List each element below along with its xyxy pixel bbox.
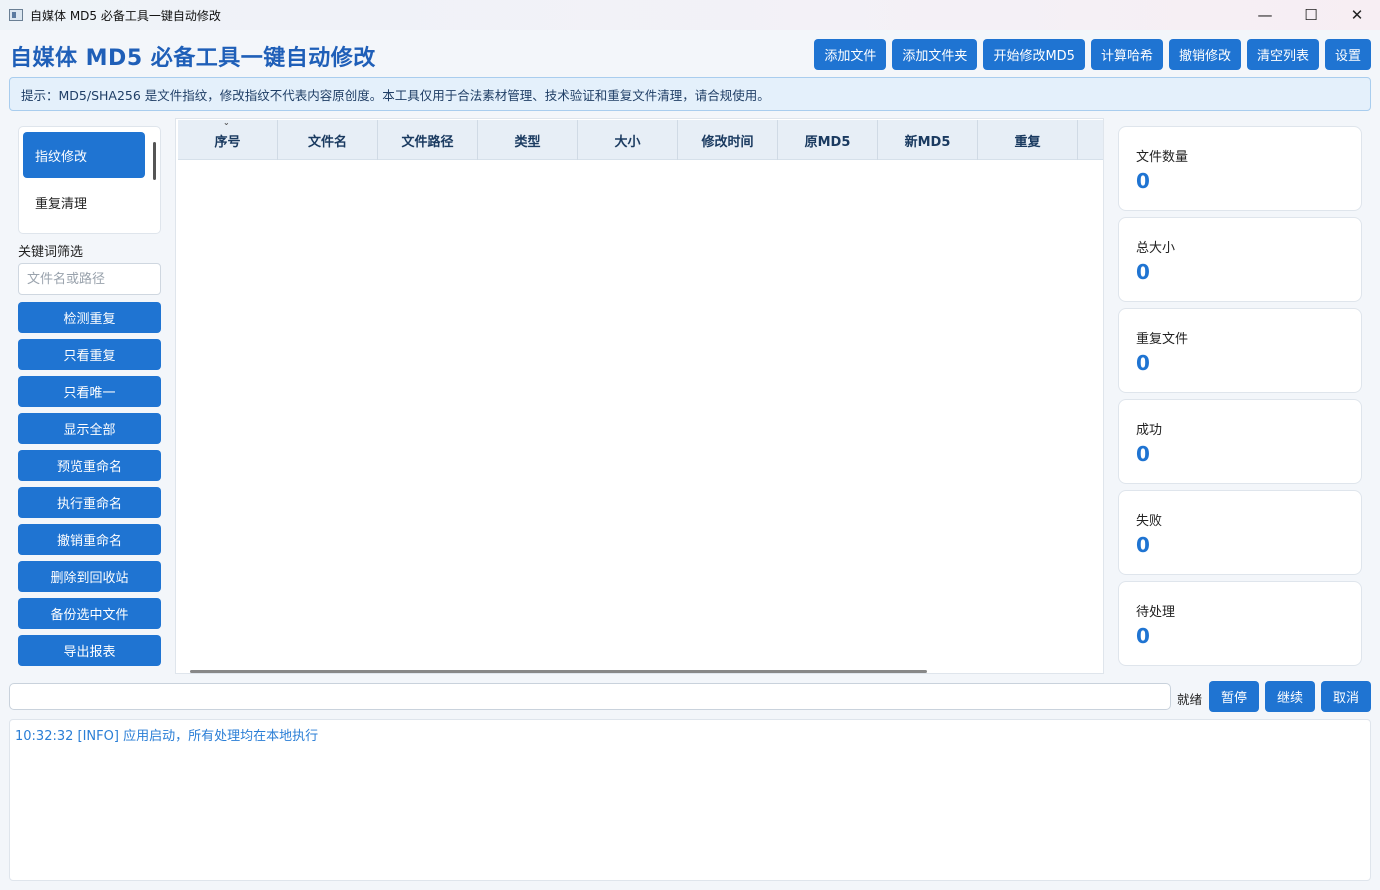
column-header-original-md5[interactable]: 原MD5: [778, 120, 878, 160]
column-header-type[interactable]: 类型: [478, 120, 578, 160]
column-header-label: 序号: [214, 134, 241, 150]
add-file-button[interactable]: 添加文件: [814, 39, 887, 70]
column-header-modified-time[interactable]: 修改时间: [678, 120, 778, 160]
mode-list: 指纹修改 重复清理: [18, 126, 161, 234]
table-header: ⌄ 序号 文件名 文件路径 类型 大小 修改时间 原MD5 新MD5 重复: [178, 118, 1103, 160]
window-titlebar: 自媒体 MD5 必备工具一键自动修改 — ☐ ✕: [0, 0, 1380, 30]
settings-button[interactable]: 设置: [1324, 39, 1371, 70]
main-toolbar: 添加文件 添加文件夹 开始修改MD5 计算哈希 撤销修改 清空列表 设置: [814, 39, 1371, 70]
maximize-icon[interactable]: ☐: [1288, 0, 1334, 30]
show-duplicates-only-button[interactable]: 只看重复: [18, 339, 161, 370]
column-header-index[interactable]: ⌄ 序号: [178, 118, 278, 160]
stat-card-duplicate-files: 重复文件 0: [1118, 308, 1362, 393]
stat-label: 失败: [1136, 514, 1163, 529]
filter-label: 关键词筛选: [18, 245, 84, 260]
export-report-button[interactable]: 导出报表: [18, 635, 161, 666]
add-folder-button[interactable]: 添加文件夹: [892, 39, 978, 70]
delete-to-recycle-bin-button[interactable]: 删除到回收站: [18, 561, 161, 592]
compute-hash-button[interactable]: 计算哈希: [1090, 39, 1163, 70]
log-panel[interactable]: 10:32:32 [INFO] 应用启动，所有处理均在本地执行: [9, 719, 1371, 881]
column-header-filepath[interactable]: 文件路径: [378, 120, 478, 160]
stat-value: 0: [1136, 442, 1150, 466]
undo-modify-button[interactable]: 撤销修改: [1168, 39, 1241, 70]
column-header-size[interactable]: 大小: [578, 120, 678, 160]
resume-button[interactable]: 继续: [1265, 681, 1315, 712]
start-modify-md5-button[interactable]: 开始修改MD5: [983, 39, 1085, 70]
column-header-duplicate[interactable]: 重复: [978, 120, 1078, 160]
log-line: 10:32:32 [INFO] 应用启动，所有处理均在本地执行: [15, 729, 319, 744]
window-controls: — ☐ ✕: [1242, 0, 1380, 30]
file-table: ⌄ 序号 文件名 文件路径 类型 大小 修改时间 原MD5 新MD5 重复: [175, 118, 1104, 674]
show-all-button[interactable]: 显示全部: [18, 413, 161, 444]
window-title: 自媒体 MD5 必备工具一键自动修改: [30, 8, 221, 23]
show-unique-only-button[interactable]: 只看唯一: [18, 376, 161, 407]
stat-card-file-count: 文件数量 0: [1118, 126, 1362, 211]
app-title: 自媒体 MD5 必备工具一键自动修改: [10, 46, 376, 71]
minimize-icon[interactable]: —: [1242, 0, 1288, 30]
filter-input[interactable]: [18, 263, 161, 295]
stat-card-pending: 待处理 0: [1118, 581, 1362, 666]
detect-duplicates-button[interactable]: 检测重复: [18, 302, 161, 333]
mode-list-scrollbar[interactable]: [153, 142, 156, 180]
hint-banner: 提示：MD5/SHA256 是文件指纹，修改指纹不代表内容原创度。本工具仅用于合…: [9, 77, 1371, 111]
stat-card-success: 成功 0: [1118, 399, 1362, 484]
stat-value: 0: [1136, 351, 1150, 375]
mode-item-duplicate-cleanup[interactable]: 重复清理: [23, 179, 145, 225]
stat-label: 文件数量: [1136, 150, 1189, 165]
execute-rename-button[interactable]: 执行重命名: [18, 487, 161, 518]
sort-chevron-icon: ⌄: [223, 118, 230, 127]
preview-rename-button[interactable]: 预览重命名: [18, 450, 161, 481]
stat-label: 待处理: [1136, 605, 1176, 620]
stat-value: 0: [1136, 533, 1150, 557]
stat-label: 重复文件: [1136, 332, 1189, 347]
action-button-list: 检测重复 只看重复 只看唯一 显示全部 预览重命名 执行重命名 撤销重命名 删除…: [18, 302, 161, 672]
progress-bar: [9, 683, 1171, 710]
mode-item-fingerprint[interactable]: 指纹修改: [23, 132, 145, 178]
stat-value: 0: [1136, 260, 1150, 284]
stat-label: 总大小: [1136, 241, 1176, 256]
stat-value: 0: [1136, 624, 1150, 648]
close-icon[interactable]: ✕: [1334, 0, 1380, 30]
app-icon: [9, 9, 23, 21]
stat-card-failed: 失败 0: [1118, 490, 1362, 575]
column-header-filename[interactable]: 文件名: [278, 120, 378, 160]
task-controls: 暂停 继续 取消: [1209, 681, 1371, 712]
table-horizontal-scrollbar[interactable]: [190, 670, 927, 673]
cancel-button[interactable]: 取消: [1321, 681, 1371, 712]
undo-rename-button[interactable]: 撤销重命名: [18, 524, 161, 555]
column-header-overflow: [1078, 120, 1103, 160]
column-header-new-md5[interactable]: 新MD5: [878, 120, 978, 160]
stat-card-total-size: 总大小 0: [1118, 217, 1362, 302]
clear-list-button[interactable]: 清空列表: [1246, 39, 1319, 70]
stat-label: 成功: [1136, 423, 1163, 438]
pause-button[interactable]: 暂停: [1209, 681, 1259, 712]
stat-value: 0: [1136, 169, 1150, 193]
status-text: 就绪: [1177, 692, 1203, 707]
backup-selected-button[interactable]: 备份选中文件: [18, 598, 161, 629]
